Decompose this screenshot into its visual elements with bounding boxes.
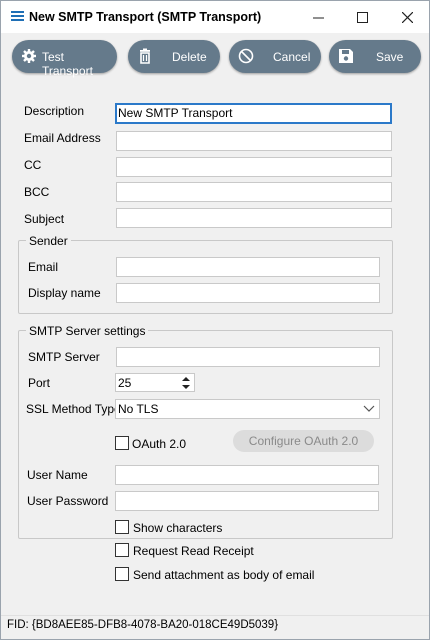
email-address-label: Email Address	[24, 131, 101, 145]
test-transport-label: Test Transport	[42, 50, 93, 78]
dialog-window: New SMTP Transport (SMTP Transport) Test…	[0, 0, 430, 640]
test-transport-button[interactable]: Test Transport	[12, 40, 117, 78]
user-password-input[interactable]	[115, 491, 379, 511]
delete-button[interactable]: Delete	[128, 40, 220, 73]
attachment-body-checkbox[interactable]	[115, 567, 129, 581]
port-value: 25	[118, 376, 132, 390]
user-password-label: User Password	[27, 494, 109, 508]
trash-icon	[140, 48, 150, 64]
smtp-server-label: SMTP Server	[28, 350, 100, 364]
attachment-body-label: Send attachment as body of email	[133, 568, 315, 582]
app-menu-icon[interactable]	[11, 11, 24, 22]
user-name-input[interactable]	[115, 465, 379, 485]
cancel-icon	[238, 48, 254, 64]
ssl-method-value: No TLS	[118, 402, 159, 416]
footer-divider	[1, 615, 429, 616]
fid-text: FID: {BD8AEE85-DFB8-4078-BA20-018CE49D50…	[7, 619, 279, 631]
smtp-server-input[interactable]	[116, 347, 380, 367]
subject-label: Subject	[24, 212, 65, 226]
gear-icon	[22, 49, 36, 63]
cc-label: CC	[24, 158, 42, 172]
ssl-method-label: SSL Method Type	[26, 402, 121, 416]
bcc-label: BCC	[24, 185, 50, 199]
show-characters-checkbox[interactable]	[115, 520, 129, 534]
show-characters-label: Show characters	[133, 521, 223, 535]
bcc-input[interactable]	[116, 182, 392, 202]
configure-oauth-label: Configure OAuth 2.0	[248, 434, 359, 448]
floppy-disk-icon	[339, 49, 353, 63]
sender-group-title: Sender	[26, 234, 71, 248]
display-name-label: Display name	[28, 286, 101, 300]
save-label: Save	[376, 50, 404, 64]
maximize-icon[interactable]	[340, 1, 384, 33]
configure-oauth-button[interactable]: Configure OAuth 2.0	[233, 430, 374, 452]
oauth-checkbox[interactable]	[115, 436, 129, 450]
delete-label: Delete	[172, 50, 207, 64]
spinner-arrows-icon[interactable]	[179, 375, 193, 391]
window-title: New SMTP Transport (SMTP Transport)	[29, 10, 262, 24]
read-receipt-checkbox[interactable]	[115, 543, 129, 557]
cancel-button[interactable]: Cancel	[229, 40, 321, 73]
sender-email-label: Email	[28, 260, 59, 274]
port-label: Port	[28, 376, 51, 390]
ssl-method-select[interactable]: No TLS	[115, 399, 380, 419]
subject-input[interactable]	[116, 208, 392, 228]
save-button[interactable]: Save	[329, 40, 421, 73]
cc-input[interactable]	[116, 157, 392, 177]
description-input[interactable]: New SMTP Transport	[115, 103, 392, 124]
title-bar: New SMTP Transport (SMTP Transport)	[1, 1, 429, 33]
port-stepper[interactable]: 25	[115, 373, 195, 392]
sender-email-input[interactable]	[116, 257, 380, 277]
close-icon[interactable]	[385, 1, 429, 33]
smtp-group-title: SMTP Server settings	[26, 324, 149, 338]
display-name-input[interactable]	[116, 283, 380, 303]
minimize-icon[interactable]	[296, 1, 340, 33]
user-name-label: User Name	[27, 468, 88, 482]
cancel-label: Cancel	[273, 50, 311, 64]
read-receipt-label: Request Read Receipt	[133, 544, 254, 558]
chevron-down-icon	[363, 405, 375, 412]
oauth-label: OAuth 2.0	[132, 437, 187, 451]
description-label: Description	[24, 104, 85, 118]
email-address-input[interactable]	[116, 131, 392, 151]
